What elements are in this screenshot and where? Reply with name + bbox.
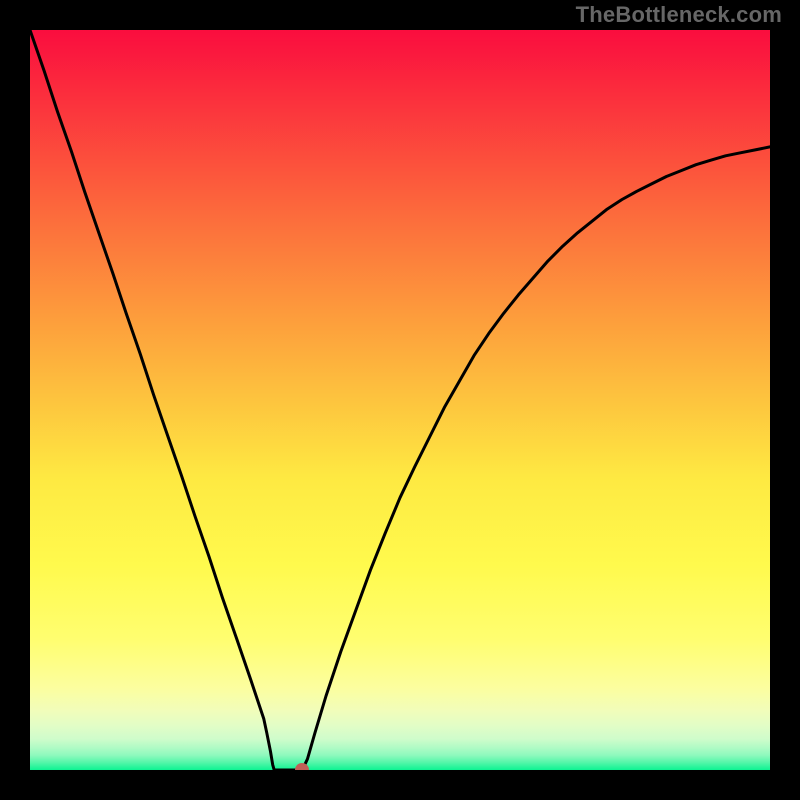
bottleneck-curve [30, 30, 770, 770]
plot-area [30, 30, 770, 770]
minimum-marker [295, 763, 309, 770]
attribution-label: TheBottleneck.com [576, 2, 782, 28]
chart-root: TheBottleneck.com [0, 0, 800, 800]
